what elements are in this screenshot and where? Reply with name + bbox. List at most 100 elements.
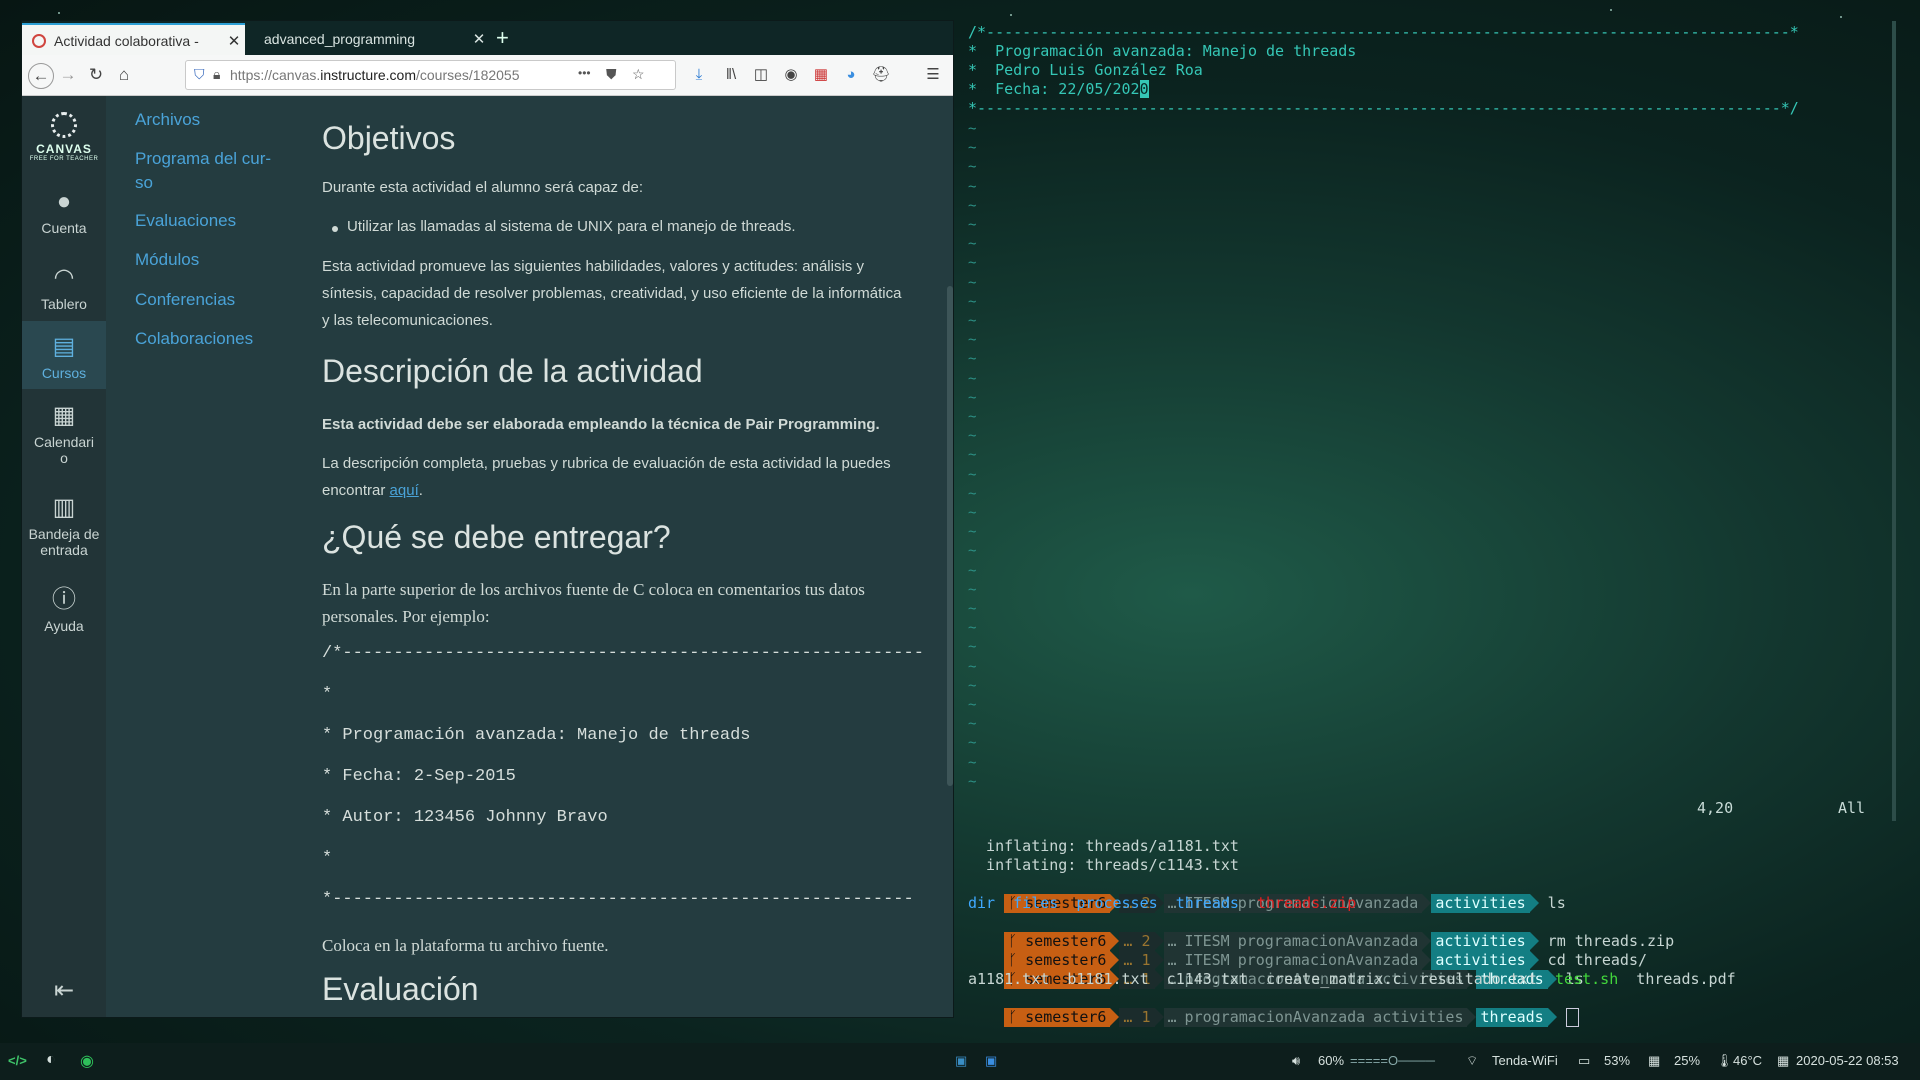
shield-icon[interactable]: ⛉ xyxy=(194,66,205,83)
volume-icon[interactable]: 🔊︎ xyxy=(1292,1053,1300,1069)
menu-icon[interactable]: ☰ xyxy=(922,64,944,86)
extension-blue-icon[interactable]: ◕ xyxy=(840,64,862,86)
tab-title: Actividad colaborativa - xyxy=(54,33,199,49)
extension-red-icon[interactable]: ▦ xyxy=(810,64,832,86)
vim-tilde: ~ xyxy=(968,677,977,694)
vim-tilde: ~ xyxy=(968,370,977,387)
clock[interactable]: 2020-05-22 08:53 xyxy=(1796,1053,1899,1068)
sidebar-icon[interactable]: ◫ xyxy=(750,64,772,86)
vim-tilde: ~ xyxy=(968,217,977,233)
nav-ayuda[interactable]: ⓘ Ayuda xyxy=(22,586,106,636)
page-scrollbar[interactable] xyxy=(947,286,953,786)
url-text[interactable]: https://canvas.instructure.com/courses/1… xyxy=(230,67,550,83)
vim-tilde: ~ xyxy=(968,178,977,195)
home-icon[interactable]: ⌂ xyxy=(112,63,136,87)
vim-tilde: ~ xyxy=(968,562,977,579)
library-icon[interactable]: ‖\ xyxy=(720,64,742,86)
terminal-output-line: inflating: threads/a1181.txt xyxy=(968,837,1239,855)
course-nav-conferencias[interactable]: Conferencias xyxy=(135,288,295,312)
vim-tilde: ~ xyxy=(968,735,977,752)
ls-output: dir files processes threads threads.zip xyxy=(968,894,1357,912)
bullet-text: Utilizar las llamadas al sistema de UNIX… xyxy=(347,218,796,235)
nav-tablero[interactable]: ◠ Tablero xyxy=(22,264,106,314)
collapse-nav-icon[interactable]: ⇤ xyxy=(22,976,106,1005)
account-icon[interactable]: ◉ xyxy=(780,64,802,86)
code-line: * Fecha: 2-Sep-2015 xyxy=(322,767,516,786)
aqui-link[interactable]: aquí xyxy=(390,482,419,499)
terminal-window[interactable]: /*--------------------------------------… xyxy=(960,21,1908,1027)
vim-tilde: ~ xyxy=(968,524,977,541)
vim-tilde: ~ xyxy=(968,197,977,214)
vim-tilde: ~ xyxy=(968,620,977,637)
nav-calendario[interactable]: ▦ Calendari o xyxy=(29,402,99,472)
image-viewer-icon[interactable]: ▣ xyxy=(955,1053,967,1069)
tab-actividad[interactable]: Actividad colaborativa - ✕ xyxy=(22,23,245,57)
new-tab-button[interactable]: + xyxy=(496,25,509,51)
downloads-icon[interactable]: ⤓ xyxy=(688,64,710,86)
vim-line: /*--------------------------------------… xyxy=(968,23,1799,41)
canvas-logo[interactable]: CANVAS FREE FOR TEACHER xyxy=(22,112,106,162)
page-actions-icon[interactable]: ••• xyxy=(578,66,591,80)
temperature: 46°C xyxy=(1733,1053,1763,1068)
code-line: * xyxy=(322,685,333,704)
spotify-icon[interactable]: ◉ xyxy=(80,1051,94,1071)
code-line: * Programación avanzada: Manejo de threa… xyxy=(322,726,751,745)
lock-icon[interactable]: 🔒︎ xyxy=(213,66,220,83)
heading-descripcion: Descripción de la actividad xyxy=(322,353,703,389)
pocket-icon[interactable]: ⛊ xyxy=(606,66,617,83)
tab-advanced-programming[interactable]: advanced_programming ✕ xyxy=(254,23,490,55)
night-mode-icon[interactable]: ◐ xyxy=(46,1051,56,1069)
vim-line: * Pedro Luis González Roa xyxy=(968,61,1203,79)
vim-tilde: ~ xyxy=(968,543,977,560)
nav-bandeja[interactable]: ▥ Bandeja de entrada xyxy=(22,494,106,564)
book-icon: ▤ xyxy=(52,333,76,360)
app-tray-icon[interactable]: ▣ xyxy=(985,1053,997,1069)
close-tab-icon[interactable]: ✕ xyxy=(468,30,490,48)
code-line: * xyxy=(322,849,333,868)
vim-line: *---------------------------------------… xyxy=(968,99,1799,117)
vim-tilde: ~ xyxy=(968,332,977,349)
close-tab-icon[interactable]: ✕ xyxy=(223,32,245,50)
course-nav-modulos[interactable]: Módulos xyxy=(135,248,295,272)
forward-icon[interactable]: → xyxy=(56,63,80,87)
reload-icon[interactable]: ↻ xyxy=(84,63,108,87)
intro-text: Durante esta actividad el alumno será ca… xyxy=(322,179,644,196)
vim-tilde: ~ xyxy=(968,581,977,598)
wifi-icon[interactable]: ⌔ xyxy=(1466,1053,1478,1069)
vim-tilde: ~ xyxy=(968,447,977,464)
back-icon[interactable]: ← xyxy=(28,63,54,89)
vim-tilde: ~ xyxy=(968,773,977,790)
shell-prompt: ᚴ semester6… 1… programacionAvanzada activi… xyxy=(968,989,1579,1027)
bookmark-star-icon[interactable]: ☆ xyxy=(632,66,645,83)
global-nav: CANVAS FREE FOR TEACHER ● Cuenta ◠ Table… xyxy=(22,96,106,1017)
vim-tilde: ~ xyxy=(968,236,977,253)
vim-tilde: ~ xyxy=(968,293,977,310)
course-nav-colaboraciones[interactable]: Colaboraciones xyxy=(135,327,295,351)
terminal-cursor xyxy=(1565,1008,1579,1027)
vim-tilde: ~ xyxy=(968,601,977,617)
terminal-scrollbar[interactable] xyxy=(1892,21,1896,821)
nav-cursos[interactable]: ▤ Cursos xyxy=(22,321,106,389)
vim-tilde: ~ xyxy=(968,313,977,329)
vim-tilde: ~ xyxy=(968,274,977,291)
heading-objetivos: Objetivos xyxy=(322,120,456,156)
volume-level: 60% xyxy=(1318,1053,1345,1068)
course-nav-programa[interactable]: Programa del cur- so xyxy=(135,147,285,195)
vim-tilde: ~ xyxy=(968,485,977,502)
bullet-dot xyxy=(332,226,338,232)
extension-incognito-icon[interactable]: ⛑ xyxy=(870,64,892,86)
course-nav-archivos[interactable]: Archivos xyxy=(135,108,295,132)
code-line: /*--------------------------------------… xyxy=(322,644,924,663)
vim-tilde: ~ xyxy=(968,389,977,406)
url-bar[interactable]: ⛉ 🔒︎ https://canvas.instructure.com/cour… xyxy=(185,60,676,90)
vim-line: * Fecha: 22/05/2020 xyxy=(968,80,1149,98)
vim-tilde: ~ xyxy=(968,505,977,521)
nav-cuenta[interactable]: ● Cuenta xyxy=(22,188,106,250)
course-nav-evaluaciones[interactable]: Evaluaciones xyxy=(135,209,295,233)
volume-slider[interactable]: =====O──── xyxy=(1350,1053,1435,1068)
shell-prompt: ᚴ semester6… 2… ITESM programacionAvanzada a… xyxy=(968,875,1566,913)
code-icon[interactable]: </> xyxy=(8,1053,27,1068)
vim-tilde: ~ xyxy=(968,255,977,272)
memory-icon: ▦ xyxy=(1648,1053,1661,1068)
canvas-favicon-icon xyxy=(32,34,46,48)
